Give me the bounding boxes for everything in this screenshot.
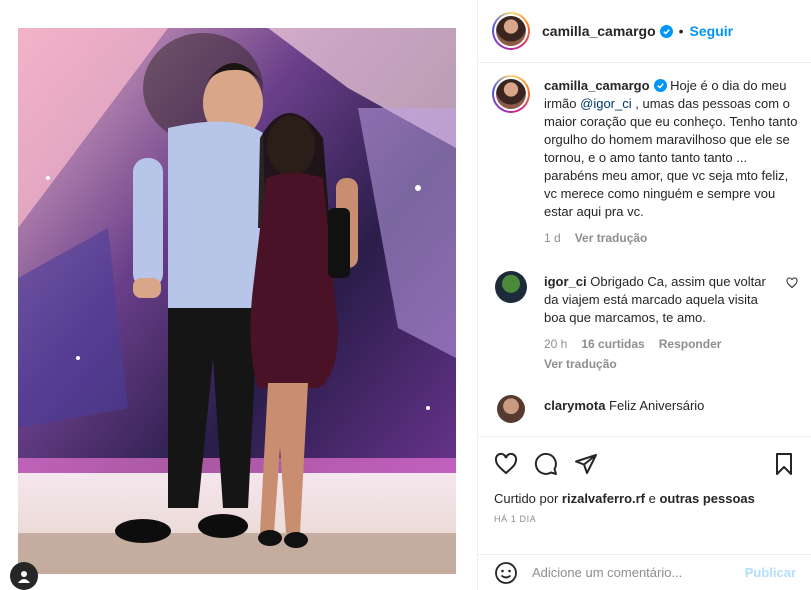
comment-likes-count[interactable]: 16 curtidas <box>581 335 644 353</box>
add-comment-bar: Publicar <box>478 554 811 590</box>
publish-button[interactable]: Publicar <box>745 565 796 580</box>
likes-user-link[interactable]: rizalvaferro.rf <box>562 491 645 506</box>
likes-summary[interactable]: Curtido por rizalvaferro.rf e outras pes… <box>494 491 796 506</box>
comment-input[interactable] <box>532 565 745 580</box>
caption-avatar[interactable] <box>492 75 530 113</box>
post-photo-illustration <box>18 28 456 574</box>
caption: camilla_camargo Hoje é o dia do meu irmã… <box>492 75 798 247</box>
caption-mention-link[interactable]: @igor_ci <box>580 96 632 111</box>
verified-badge-icon <box>659 24 673 38</box>
likes-middle: e <box>645 491 660 506</box>
comment-text: Feliz Aniversário <box>605 398 705 413</box>
bookmark-icon[interactable] <box>772 452 796 476</box>
comment-icon[interactable] <box>534 452 558 476</box>
comment-username[interactable]: clarymota <box>544 398 605 413</box>
verified-badge-icon <box>653 79 667 92</box>
comment-item: igor_ci Obrigado Ca, assim que voltar da… <box>492 271 798 373</box>
comments-list[interactable]: camilla_camargo Hoje é o dia do meu irmã… <box>478 63 811 436</box>
author-username[interactable]: camilla_camargo <box>542 23 656 39</box>
caption-text-end: , umas das pessoas com o maior coração q… <box>544 96 798 219</box>
likes-others-link[interactable]: outras pessoas <box>659 491 754 506</box>
post-sidebar: camilla_camargo • Seguir camilla_camargo… <box>477 0 811 590</box>
caption-username[interactable]: camilla_camargo <box>544 78 650 93</box>
emoji-icon[interactable] <box>494 561 518 585</box>
comment-username[interactable]: igor_ci <box>544 274 587 289</box>
comment-time[interactable]: 20 h <box>544 335 567 353</box>
reply-button[interactable]: Responder <box>659 335 722 353</box>
account-switcher-icon[interactable] <box>10 562 38 590</box>
post-actions: Curtido por rizalvaferro.rf e outras pes… <box>478 436 811 554</box>
heart-icon[interactable] <box>494 452 518 476</box>
post-photo[interactable] <box>18 28 456 574</box>
commenter-avatar[interactable] <box>497 395 525 423</box>
comment-like-heart-icon[interactable] <box>786 277 798 289</box>
comment-item: clarymota Feliz Aniversário <box>492 395 798 433</box>
header-separator: • <box>678 23 684 39</box>
caption-time[interactable]: 1 d <box>544 229 561 247</box>
author-avatar[interactable] <box>492 12 530 50</box>
send-icon[interactable] <box>574 452 598 476</box>
comment-translate-button[interactable]: Ver tradução <box>544 355 617 373</box>
follow-button[interactable]: Seguir <box>690 23 734 39</box>
likes-prefix: Curtido por <box>494 491 562 506</box>
commenter-avatar[interactable] <box>495 271 527 303</box>
photo-pane <box>0 0 477 590</box>
post-date[interactable]: HÁ 1 DIA <box>494 514 796 524</box>
caption-translate-button[interactable]: Ver tradução <box>575 229 648 247</box>
post-header: camilla_camargo • Seguir <box>478 0 811 63</box>
